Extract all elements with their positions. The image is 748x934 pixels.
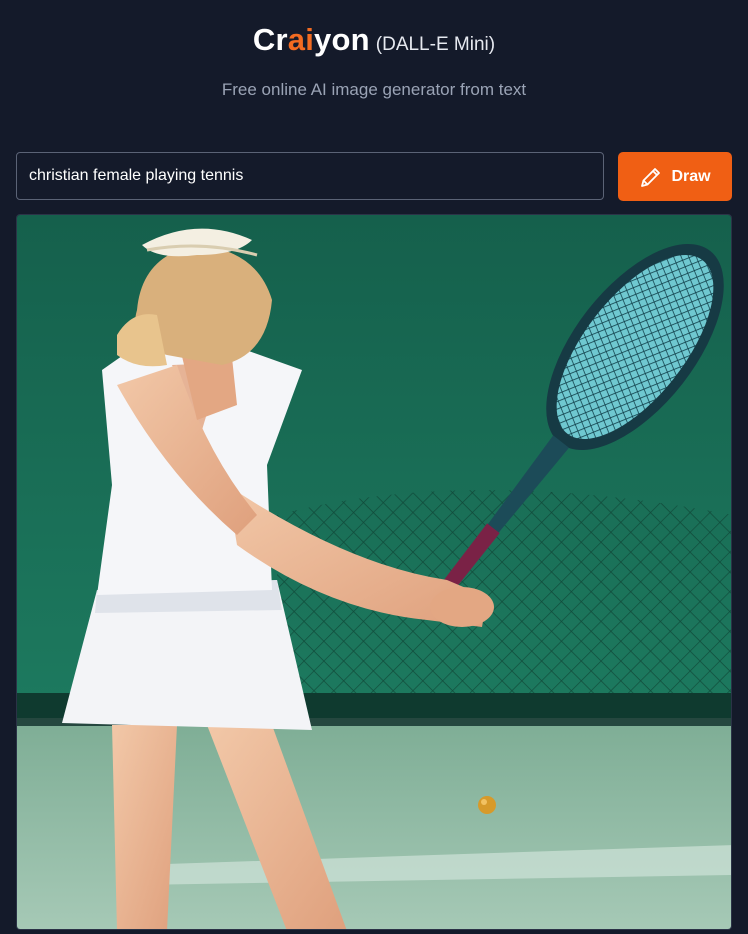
- generated-image[interactable]: [16, 214, 732, 930]
- prompt-input[interactable]: [16, 152, 604, 200]
- draw-button-label: Draw: [671, 167, 711, 185]
- header: Craiyon (DALL-E Mini): [0, 22, 748, 58]
- logo-subtitle: (DALL-E Mini): [375, 34, 496, 55]
- tagline: Free online AI image generator from text: [221, 80, 527, 99]
- tennis-player-image: [17, 215, 731, 929]
- logo-part-2-accent: ai: [287, 22, 315, 57]
- draw-button[interactable]: Draw: [618, 152, 732, 201]
- craiyon-page: Craiyon (DALL-E Mini) Free online AI imag…: [0, 0, 748, 934]
- logo-part-3: yon: [314, 22, 370, 57]
- pencil-icon: [639, 165, 663, 189]
- logo-part-1: Cr: [252, 22, 288, 57]
- logo[interactable]: Craiyon (DALL-E Mini): [253, 22, 495, 58]
- logo-wordmark: Craiyon: [253, 22, 370, 57]
